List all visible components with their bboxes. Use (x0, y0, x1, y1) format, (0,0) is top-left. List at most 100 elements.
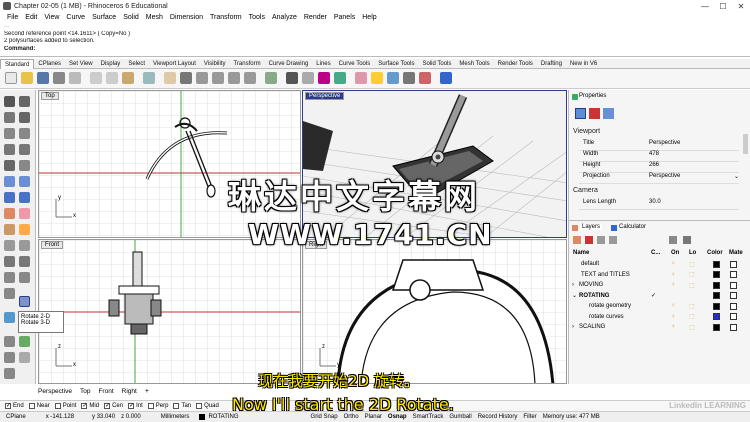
filter-icon[interactable] (669, 236, 677, 244)
viewport-tab-front[interactable]: Front (98, 388, 113, 395)
projection-dropdown[interactable]: Perspective (649, 173, 734, 183)
layer-color-swatch[interactable] (713, 292, 720, 299)
light-icon[interactable] (371, 72, 383, 84)
checkbox[interactable] (104, 403, 111, 409)
scale-icon[interactable] (4, 312, 15, 323)
layer-row[interactable]: MOVING ♀ ⬚ › (572, 280, 749, 290)
add-viewport-icon[interactable]: + (145, 388, 149, 395)
layer-color-swatch[interactable] (713, 260, 720, 268)
osnap-near[interactable]: Near (28, 403, 50, 409)
toggle-smarttrack[interactable]: SmartTrack (413, 414, 444, 420)
osnap-perp[interactable]: Perp (147, 403, 168, 409)
tab-display[interactable]: Display (97, 59, 125, 69)
tab-transform[interactable]: Transform (229, 59, 264, 69)
checkbox[interactable] (28, 403, 35, 409)
point-icon[interactable] (19, 96, 30, 107)
zoom-extents-icon[interactable] (228, 72, 240, 84)
polygon-icon[interactable] (19, 144, 30, 155)
array-icon[interactable] (4, 336, 15, 347)
zoom-window-icon[interactable] (212, 72, 224, 84)
layer-material-swatch[interactable] (730, 281, 737, 289)
rotate-view-icon[interactable] (180, 72, 192, 84)
menu-transform[interactable]: Transform (210, 14, 242, 21)
tab-visibility[interactable]: Visibility (200, 59, 230, 69)
tab-solid-tools[interactable]: Solid Tools (418, 59, 455, 69)
prop-value[interactable]: 30.0 (649, 199, 739, 209)
lightbulb-icon[interactable]: ♀ (671, 324, 689, 330)
layer-row[interactable]: TEXT and TITLES ♀ ⬚ (573, 270, 749, 280)
tab-surface-tools[interactable]: Surface Tools (374, 59, 418, 69)
tab-select[interactable]: Select (124, 59, 149, 69)
boolean-icon[interactable] (19, 208, 30, 219)
rotate-2d-icon[interactable] (19, 296, 30, 307)
select-icon[interactable] (286, 72, 298, 84)
polyline-icon[interactable] (4, 112, 15, 123)
toggle-grid-snap[interactable]: Grid Snap (311, 414, 338, 420)
tab-lines[interactable]: Lines (312, 59, 334, 69)
prop-value[interactable]: 478 (649, 151, 739, 161)
sphere-icon[interactable] (19, 192, 30, 203)
checkbox[interactable] (173, 403, 180, 409)
cplane-label[interactable]: CPlane (6, 414, 26, 420)
current-layer[interactable]: ROTATING (208, 414, 238, 420)
lightbulb-icon[interactable]: ♀ (671, 272, 689, 278)
text-icon[interactable] (19, 352, 30, 363)
tab-set-view[interactable]: Set View (65, 59, 97, 69)
undo-view-icon[interactable] (265, 72, 277, 84)
layer-settings-icon[interactable] (683, 236, 691, 244)
layer-color-swatch[interactable] (713, 302, 720, 310)
menu-file[interactable]: File (7, 14, 18, 21)
viewport-label-top[interactable]: Top (41, 92, 59, 100)
zoom-icon[interactable] (196, 72, 208, 84)
prop-value[interactable]: 266 (649, 162, 739, 172)
mirror-icon[interactable] (19, 336, 30, 347)
menu-solid[interactable]: Solid (123, 14, 139, 21)
menu-analyze[interactable]: Analyze (272, 14, 297, 21)
group-icon[interactable] (4, 272, 15, 283)
tab-render-tools[interactable]: Render Tools (494, 59, 537, 69)
expand-chevron-icon[interactable]: ⌄ (572, 292, 577, 299)
move-icon[interactable] (19, 272, 30, 283)
shade-icon[interactable] (318, 72, 330, 84)
pan-hand-icon[interactable] (164, 72, 176, 84)
box-icon[interactable] (4, 192, 15, 203)
offset-icon[interactable] (19, 224, 30, 235)
select-arrow-icon[interactable] (4, 96, 15, 107)
dimension-icon[interactable] (4, 352, 15, 363)
circle-icon[interactable] (4, 128, 15, 139)
viewport-label-front[interactable]: Front (41, 241, 64, 249)
menu-curve[interactable]: Curve (66, 14, 85, 21)
layer-material-swatch[interactable] (730, 313, 737, 320)
layer-row[interactable]: SCALING ♀ ⬚ › (572, 322, 749, 332)
toggle-filter[interactable]: Filter (523, 414, 536, 420)
analyze-tool-icon[interactable] (4, 368, 15, 379)
fillet-icon[interactable] (4, 224, 15, 235)
layer-material-swatch[interactable] (730, 271, 737, 278)
osnap-icon[interactable] (403, 72, 415, 84)
render-icon[interactable] (334, 72, 346, 84)
tab-viewport-layout[interactable]: Viewport Layout (149, 59, 200, 69)
tab-mesh-tools[interactable]: Mesh Tools (455, 59, 493, 69)
layer-name[interactable]: SCALING (573, 324, 651, 330)
layer-material-swatch[interactable] (730, 292, 737, 299)
layer-name[interactable]: TEXT and TITLES (573, 272, 651, 278)
tooltip-rotate-3d[interactable]: Rotate 3-D (21, 320, 61, 326)
tab-layers[interactable]: Layers (580, 224, 603, 230)
checkbox[interactable] (54, 403, 61, 409)
copy-icon[interactable] (106, 72, 118, 84)
layer-icon[interactable] (355, 72, 367, 84)
rectangle-icon[interactable] (4, 160, 15, 171)
object-props-icon[interactable] (575, 108, 586, 119)
toggle-ortho[interactable]: Ortho (344, 414, 359, 420)
properties-icon[interactable] (387, 72, 399, 84)
menu-surface[interactable]: Surface (92, 14, 116, 21)
freeform-icon[interactable] (19, 160, 30, 171)
tab-calculator[interactable]: Calculator (619, 224, 646, 230)
menu-tools[interactable]: Tools (249, 14, 265, 21)
checkbox[interactable] (81, 403, 88, 409)
viewport-label-perspective[interactable]: Perspective (305, 92, 345, 100)
print-icon[interactable] (53, 72, 65, 84)
checkbox[interactable] (128, 403, 135, 409)
move-down-icon[interactable] (609, 236, 617, 244)
lock-icon[interactable]: ⬚ (689, 271, 707, 278)
